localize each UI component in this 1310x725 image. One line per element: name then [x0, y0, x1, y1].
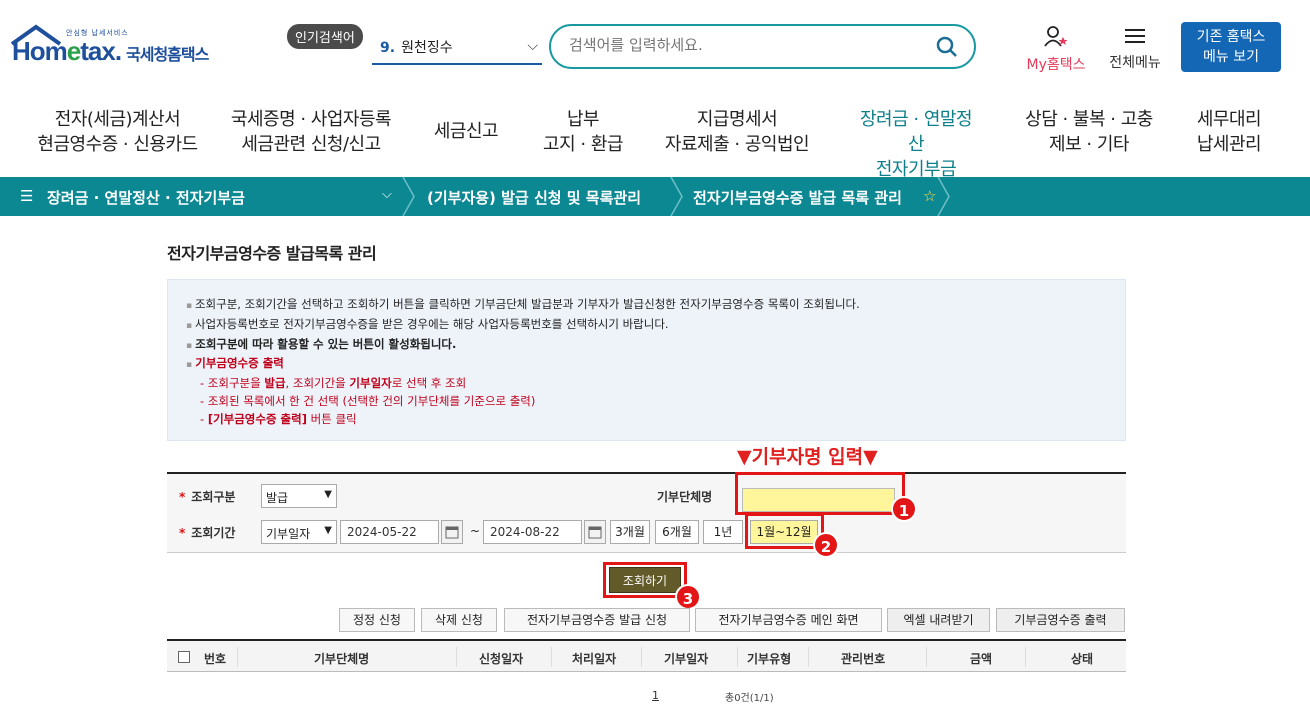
gnb-item-certificate[interactable]: 국세증명 · 사업자등록 세금관련 신청/신고: [228, 107, 394, 157]
chevron-down-icon: ▼: [324, 525, 332, 536]
select-all-checkbox[interactable]: [178, 651, 190, 663]
favorite-star-icon[interactable]: ☆: [923, 187, 936, 205]
date-to-input[interactable]: 2024-08-22: [483, 520, 582, 544]
step-badge-1: 1: [891, 496, 917, 522]
info-box: 조회구분, 조회기간을 선택하고 조회하기 버튼을 클릭하면 기부금단체 발급분…: [167, 279, 1126, 441]
breadcrumb-level3: 전자기부금영수증 발급 목록 관리: [693, 189, 902, 207]
info-line: 사업자등록번호로 전자기부금영수증을 받은 경우에는 해당 사업자등록번호를 선…: [186, 316, 1107, 336]
date-range-separator: ~: [470, 524, 481, 538]
search-icon[interactable]: [936, 36, 958, 58]
excel-download-button[interactable]: 엑셀 내려받기: [887, 608, 990, 632]
breadcrumb-menu-icon[interactable]: ☰: [20, 187, 33, 205]
breadcrumb: ☰ 장려금 · 연말정산 · 전자기부금 ⌵ (기부자용) 발급 신청 및 목록…: [0, 177, 1310, 216]
user-icon: [1044, 26, 1068, 47]
chevron-down-icon: ▼: [324, 489, 332, 500]
donor-name-hint: ▼기부자명 입력▼: [737, 446, 878, 468]
hamburger-icon: [1125, 29, 1145, 43]
gnb-item-statement[interactable]: 지급명세서 자료제출 · 공익법인: [662, 107, 812, 157]
search-submit-button[interactable]: 조회하기: [609, 567, 681, 593]
popular-search-label: 인기검색어: [287, 24, 363, 49]
chevron-down-icon: ⌵: [527, 38, 538, 54]
step-badge-3: 3: [675, 584, 701, 610]
info-subline: - 조회된 목록에서 한 건 선택 (선택한 건의 기부단체를 기준으로 출력): [200, 393, 536, 408]
chevron-down-icon[interactable]: ⌵: [382, 187, 392, 202]
period-label: * 조회기간: [179, 526, 236, 540]
period-1year-button[interactable]: 1년: [703, 520, 743, 544]
correction-request-button[interactable]: 정정 신청: [339, 608, 415, 632]
my-hometax-button[interactable]: My홈택스: [1021, 26, 1091, 74]
breadcrumb-level1[interactable]: 장려금 · 연말정산 · 전자기부금: [47, 187, 245, 208]
all-menu-button[interactable]: 전체메뉴: [1104, 26, 1166, 72]
gnb-item-tax-return[interactable]: 세금신고: [426, 119, 506, 144]
global-navigation: 전자(세금)계산서 현금영수증 · 신용카드 국세증명 · 사업자등록 세금관련 신…: [0, 95, 1310, 194]
breadcrumb-separator-icon: [937, 177, 950, 216]
info-line: 조회구분에 따라 활용할 수 있는 버튼이 활성화됩니다.: [186, 336, 1107, 356]
step-badge-2: 2: [813, 532, 839, 558]
col-amount: 금액: [970, 652, 993, 666]
col-status: 상태: [1071, 652, 1094, 666]
all-menu-label: 전체메뉴: [1109, 55, 1161, 71]
breadcrumb-separator-icon: [402, 177, 415, 216]
delete-request-button[interactable]: 삭제 신청: [421, 608, 497, 632]
info-line: 기부금영수증 출력: [186, 355, 1107, 375]
gnb-item-incentive[interactable]: 장려금 · 연말정산 전자기부금: [848, 107, 984, 194]
col-number: 번호: [204, 652, 227, 666]
period-type-select[interactable]: 기부일자 ▼: [261, 520, 337, 544]
popular-search-dropdown[interactable]: 9. 원천징수 ⌵: [372, 30, 542, 65]
col-donation-date: 기부일자: [664, 652, 709, 666]
breadcrumb-separator-icon: [670, 177, 683, 216]
period-3months-button[interactable]: 3개월: [610, 520, 650, 544]
calendar-icon[interactable]: [584, 520, 606, 544]
col-donation-type: 기부유형: [747, 652, 792, 666]
date-from-input[interactable]: 2024-05-22: [340, 520, 439, 544]
gnb-item-payment[interactable]: 납부 고지 · 환급: [535, 107, 631, 157]
gnb-item-consult[interactable]: 상담 · 불복 · 고충 제보 · 기타: [1021, 107, 1157, 157]
hometax-logo[interactable]: 안심형 납세서비스 Hometax. 국세청홈택스: [10, 22, 225, 72]
total-count: 총0건(1/1): [725, 693, 774, 704]
col-org-name: 기부단체명: [314, 652, 370, 666]
logo-brand: Hometax.: [12, 36, 122, 66]
period-6months-button[interactable]: 6개월: [655, 520, 699, 544]
col-apply-date: 신청일자: [479, 652, 524, 666]
gnb-item-einvoice[interactable]: 전자(세금)계산서 현금영수증 · 신용카드: [30, 107, 205, 157]
issue-request-button[interactable]: 전자기부금영수증 발급 신청: [504, 608, 690, 632]
info-line: 조회구분, 조회기간을 선택하고 조회하기 버튼을 클릭하면 기부금단체 발급분…: [186, 296, 1107, 316]
calendar-icon[interactable]: [441, 520, 463, 544]
search-form: * 조회구분 발급 ▼ 기부단체명 * 조회기간 기부일자 ▼ 2024-05-22 ~…: [167, 472, 1126, 553]
page-title: 전자기부금영수증 발급목록 관리: [167, 244, 377, 263]
search-input[interactable]: [569, 36, 909, 54]
type-select[interactable]: 발급 ▼: [261, 484, 337, 508]
donor-name-input[interactable]: [742, 488, 895, 512]
logo-korean-name: 국세청홈택스: [126, 45, 209, 64]
info-subline: - 조회구분을 발급, 조회기간을 기부일자로 선택 후 조회: [200, 376, 467, 391]
type-label: * 조회구분: [179, 490, 236, 504]
my-hometax-label: My홈택스: [1026, 57, 1086, 73]
col-process-date: 처리일자: [572, 652, 617, 666]
info-subline: - [기부금영수증 출력] 버튼 클릭: [200, 411, 357, 426]
table-header: 번호 기부단체명 신청일자 처리일자 기부일자 기부유형 관리번호 금액 상태: [167, 639, 1126, 672]
receipt-print-button[interactable]: 기부금영수증 출력: [996, 608, 1125, 632]
donor-org-label: 기부단체명: [657, 490, 713, 504]
col-manage-number: 관리번호: [841, 652, 886, 666]
search-box: [549, 24, 976, 69]
old-hometax-menu-button[interactable]: 기존 홈택스 메뉴 보기: [1181, 22, 1281, 72]
pagination-page-link[interactable]: 1: [652, 689, 659, 702]
receipt-main-button[interactable]: 전자기부금영수증 메인 화면: [695, 608, 882, 632]
breadcrumb-level2[interactable]: (기부자용) 발급 신청 및 목록관리: [427, 187, 641, 208]
gnb-item-agent[interactable]: 세무대리 납세관리: [1192, 107, 1266, 157]
